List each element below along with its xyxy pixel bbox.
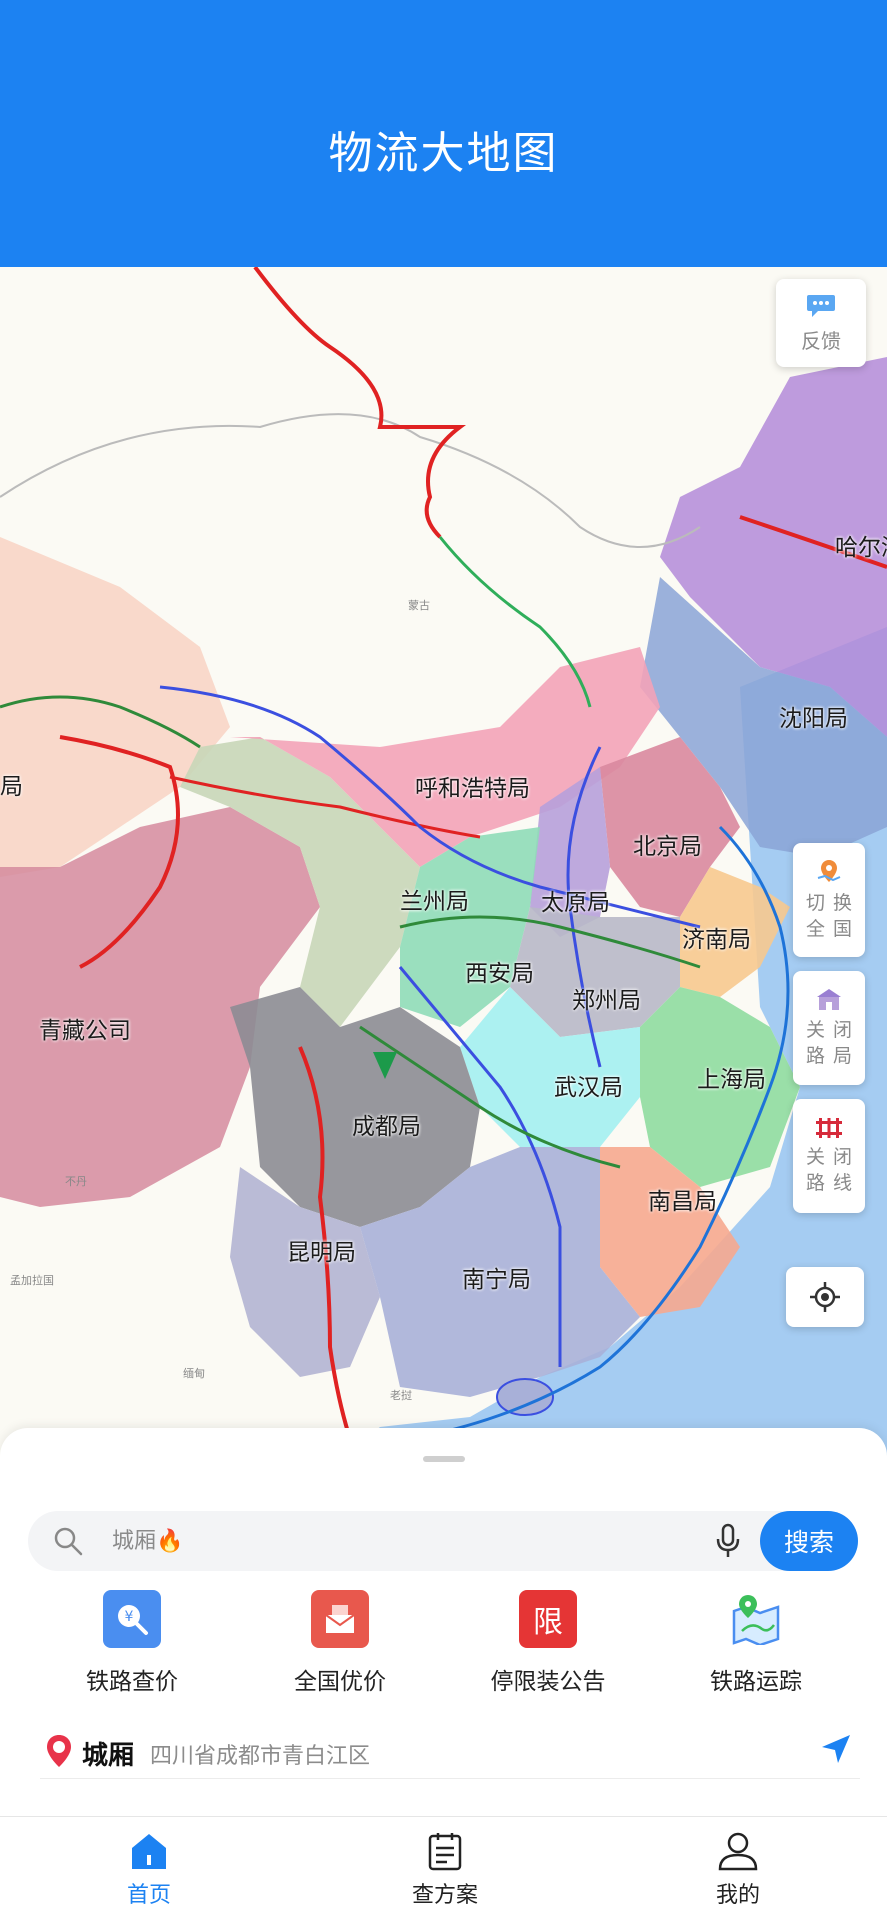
bottom-tab-bar: 首页 查方案 我的: [0, 1816, 887, 1920]
map-label-nanning: 南宁局: [462, 1267, 531, 1293]
quick-actions: ¥ 铁路查价 全国优价 限 停限装公告 铁路运踪: [0, 1590, 887, 1700]
map-label-qingzang: 青藏公司: [39, 1018, 131, 1044]
locate-button[interactable]: [786, 1267, 864, 1327]
quick-action-label: 铁路查价: [86, 1669, 178, 1695]
map-label-hohhot: 呼和浩特局: [415, 776, 530, 802]
user-icon: [718, 1832, 758, 1871]
search-button[interactable]: 搜索: [760, 1511, 858, 1571]
map-label-jinan: 济南局: [682, 927, 751, 953]
closed-line-char-4: 线: [833, 1172, 853, 1194]
closed-line-char-3: 路: [805, 1172, 825, 1194]
map-label-mongolia: 蒙古: [408, 599, 430, 612]
chat-icon: [807, 294, 835, 317]
map-label-bangladesh: 孟加拉国: [10, 1274, 54, 1287]
tab-label: 我的: [715, 1883, 760, 1908]
switch-char-3: 全: [805, 918, 825, 940]
discount-mail-icon: [311, 1590, 369, 1648]
switch-char-1: 切: [805, 892, 825, 914]
map-label-beijing: 北京局: [633, 834, 702, 860]
closed-office-char-2: 闭: [833, 1019, 853, 1041]
map-label-taiyuan: 太原局: [541, 890, 610, 916]
search-input[interactable]: [112, 1511, 612, 1571]
search-icon: [54, 1527, 83, 1556]
map-label-laos: 老挝: [390, 1389, 412, 1402]
tab-plans[interactable]: 查方案: [345, 1817, 545, 1920]
closed-bureau-button[interactable]: 关 闭 路 局: [793, 971, 865, 1085]
price-query-icon: ¥: [103, 1590, 161, 1648]
closed-line-button[interactable]: 关 闭 路 线: [793, 1099, 865, 1213]
location-name: 城厢: [82, 1741, 135, 1771]
restriction-glyph: 限: [533, 1605, 563, 1640]
logistics-map[interactable]: 哈尔滨 沈阳局 呼和浩特局 北京局 兰州局 太原局 济南局 西安局 郑州局 青藏…: [0, 267, 887, 1467]
map-label-myanmar: 缅甸: [183, 1367, 205, 1380]
clipboard-icon: [428, 1833, 462, 1871]
bottom-sheet: 搜索 ¥ 铁路查价 全国优价: [0, 1428, 887, 1816]
page-title: 物流大地图: [328, 127, 559, 179]
restriction-notice-icon: 限: [519, 1590, 577, 1648]
app-header: 物流大地图: [0, 0, 887, 267]
rail-tracking-icon: [727, 1590, 785, 1648]
quick-action-rail-tracking[interactable]: 铁路运踪: [666, 1590, 846, 1696]
switch-char-4: 国: [833, 918, 853, 940]
quick-action-best-price[interactable]: 全国优价: [250, 1590, 430, 1696]
map-label-lanzhou: 兰州局: [400, 889, 469, 915]
map-label-harbin: 哈尔滨: [835, 535, 887, 561]
tab-home[interactable]: 首页: [49, 1817, 249, 1920]
map-label-partial: 局: [0, 774, 23, 800]
switch-nationwide-button[interactable]: 切 换 全 国: [793, 843, 865, 957]
feedback-label: 反馈: [801, 328, 841, 353]
current-location-row[interactable]: 城厢 四川省成都市青白江区: [40, 1723, 860, 1779]
map-canvas[interactable]: [0, 267, 887, 1467]
map-label-shenyang: 沈阳局: [779, 706, 848, 732]
search-bar: 搜索: [28, 1511, 858, 1571]
map-pin-icon: [817, 860, 841, 882]
rail-line-north: [253, 267, 466, 539]
tab-label: 查方案: [411, 1883, 478, 1908]
border-mongolia: [0, 413, 701, 548]
closed-office-char-1: 关: [805, 1019, 825, 1041]
map-label-shanghai: 上海局: [697, 1067, 766, 1093]
quick-action-label: 停限装公告: [490, 1669, 606, 1695]
drag-handle[interactable]: [423, 1456, 465, 1462]
quick-action-restriction-notice[interactable]: 限 停限装公告: [458, 1590, 638, 1696]
map-label-nanchang: 南昌局: [648, 1189, 717, 1215]
map-label-xian: 西安局: [465, 961, 534, 987]
closed-line-char-1: 关: [805, 1146, 825, 1168]
map-label-zhengzhou: 郑州局: [572, 988, 641, 1014]
location-address: 四川省成都市青白江区: [150, 1744, 371, 1769]
map-label-bhutan: 不丹: [65, 1175, 87, 1188]
tab-profile[interactable]: 我的: [638, 1817, 838, 1920]
quick-action-label: 全国优价: [294, 1669, 386, 1695]
quick-action-rail-price[interactable]: ¥ 铁路查价: [42, 1590, 222, 1696]
tab-label: 首页: [126, 1883, 171, 1908]
map-label-wuhan: 武汉局: [554, 1075, 623, 1101]
station-pin-icon: [47, 1735, 71, 1767]
building-icon: [817, 989, 841, 1010]
closed-office-char-3: 路: [805, 1045, 825, 1067]
railway-track-icon: [816, 1118, 842, 1138]
map-label-kunming: 昆明局: [287, 1240, 356, 1266]
home-icon: [132, 1834, 166, 1869]
feedback-button[interactable]: 反馈: [776, 279, 866, 367]
closed-line-char-2: 闭: [833, 1146, 853, 1168]
svg-text:¥: ¥: [125, 1609, 134, 1625]
switch-char-2: 换: [833, 892, 853, 914]
quick-action-label: 铁路运踪: [710, 1669, 802, 1695]
map-label-chengdu: 成都局: [352, 1114, 421, 1140]
closed-office-char-4: 局: [833, 1045, 853, 1067]
microphone-icon[interactable]: [714, 1523, 742, 1559]
navigate-arrow-icon[interactable]: [818, 1731, 854, 1767]
crosshair-icon: [810, 1282, 840, 1312]
